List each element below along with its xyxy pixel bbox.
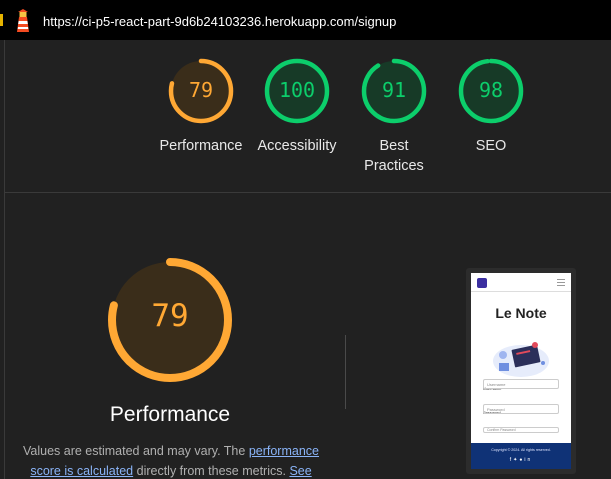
gauge-accessibility-label: Accessibility [257, 138, 337, 154]
gauge-best-practices-label: Best Practices [364, 138, 424, 174]
linkedin-icon[interactable]: in [524, 457, 532, 463]
app-title: Le Note [495, 305, 547, 321]
gauge-best-practices[interactable]: 91 Best Practices [349, 58, 439, 176]
gauge-accessibility-score: 100 [278, 78, 316, 102]
report-left-border [4, 40, 5, 479]
desc-text: Values are estimated and may vary. The [23, 444, 249, 458]
gauge-seo-score: 98 [478, 78, 504, 102]
navbar-divider [471, 291, 571, 292]
gauge-performance-score: 79 [188, 78, 214, 102]
gauge-accessibility[interactable]: 100 Accessibility [252, 58, 342, 156]
hamburger-menu-icon [557, 279, 565, 286]
confirm-password-input[interactable]: Confirm Password [483, 427, 559, 433]
performance-description: Values are estimated and may vary. The p… [16, 441, 326, 479]
gauge-seo-label: SEO [475, 138, 507, 154]
section-divider [5, 192, 611, 193]
performance-title: Performance [109, 403, 231, 426]
screenshot-page: Le Note Username Username Password Passw… [471, 273, 571, 469]
performance-gauge-large: 79 [105, 255, 235, 385]
gauge-performance[interactable]: 79 Performance [156, 58, 246, 156]
desc-text-middle: directly from these metrics. [133, 464, 290, 478]
tab-edge-indicator [0, 14, 3, 26]
password-input[interactable]: Password [483, 404, 559, 414]
gauge-seo[interactable]: 98 SEO [446, 58, 536, 156]
username-input[interactable]: Username [483, 379, 559, 389]
footer-social-icons: f✦●in [471, 457, 571, 463]
footer-copyright: Copyright © 2024. All rights reserved. [491, 448, 551, 452]
page-url[interactable]: https://ci-p5-react-part-9d6b24103236.he… [43, 14, 396, 29]
lighthouse-icon [17, 9, 29, 32]
page-footer: Copyright © 2024. All rights reserved. f… [471, 443, 571, 469]
app-logo-icon [477, 278, 487, 288]
signup-illustration-icon [493, 342, 549, 377]
final-screenshot[interactable]: Le Note Username Username Password Passw… [466, 268, 576, 474]
browser-url-bar: https://ci-p5-react-part-9d6b24103236.he… [0, 0, 611, 40]
gauge-performance-label: Performance [159, 138, 243, 154]
gauge-best-practices-score: 91 [381, 78, 407, 102]
vertical-separator [345, 335, 346, 409]
see-calculator-link[interactable]: See [289, 464, 311, 478]
performance-score-large: 79 [151, 298, 189, 334]
